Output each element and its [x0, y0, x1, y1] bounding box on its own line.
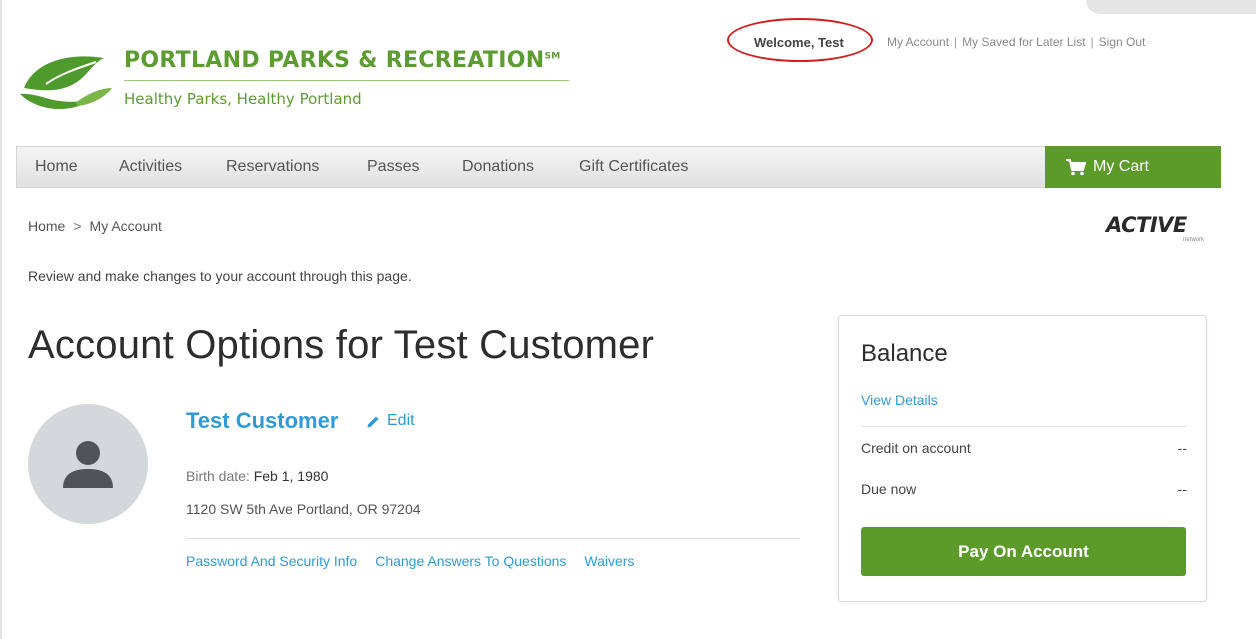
- main-nav: Home Activities Reservations Passes Dona…: [16, 146, 1221, 188]
- birth-date-value: Feb 1, 1980: [253, 468, 329, 484]
- birth-date-label: Birth date:: [186, 468, 250, 484]
- nav-donations[interactable]: Donations: [462, 158, 534, 176]
- active-network-logo: ACTIVE network: [1106, 213, 1210, 245]
- logo-title: PORTLAND PARKS & RECREATIONSM: [124, 48, 561, 73]
- due-label: Due now: [861, 481, 917, 497]
- welcome-message: Welcome, Test: [754, 35, 844, 50]
- credit-label: Credit on account: [861, 440, 971, 456]
- link-separator: |: [954, 35, 958, 49]
- cart-label: My Cart: [1093, 158, 1149, 175]
- balance-divider: [861, 426, 1187, 427]
- page-frame-edge: [0, 0, 2, 639]
- my-account-link[interactable]: My Account: [887, 35, 949, 49]
- cart-icon: [1066, 159, 1087, 176]
- my-cart-button[interactable]: My Cart: [1045, 146, 1221, 188]
- avatar: [28, 404, 148, 524]
- pay-on-account-button[interactable]: Pay On Account: [861, 527, 1186, 576]
- link-separator: |: [1090, 35, 1094, 49]
- breadcrumb-current: My Account: [89, 218, 162, 234]
- credit-row: Credit on account --: [861, 440, 1187, 456]
- breadcrumb: Home > My Account: [28, 218, 162, 234]
- active-wordmark: ACTIVE: [1106, 213, 1187, 237]
- logo-divider: [124, 80, 569, 81]
- waivers-link[interactable]: Waivers: [584, 553, 634, 569]
- saved-for-later-link[interactable]: My Saved for Later List: [962, 35, 1085, 49]
- intro-text: Review and make changes to your account …: [28, 268, 412, 284]
- user-silhouette-icon: [63, 441, 113, 488]
- site-logo[interactable]: PORTLAND PARKS & RECREATIONSM Healthy Pa…: [16, 44, 616, 116]
- nav-passes[interactable]: Passes: [367, 158, 419, 176]
- balance-title: Balance: [861, 340, 948, 367]
- change-answers-link[interactable]: Change Answers To Questions: [375, 553, 566, 569]
- address: 1120 SW 5th Ave Portland, OR 97204: [186, 501, 421, 517]
- customer-name: Test Customer: [186, 408, 339, 433]
- due-row: Due now --: [861, 481, 1187, 497]
- balance-card: Balance View Details Credit on account -…: [838, 315, 1207, 602]
- profile-divider: [186, 538, 800, 539]
- password-security-link[interactable]: Password And Security Info: [186, 553, 357, 569]
- pencil-icon: [367, 416, 379, 427]
- sign-out-link[interactable]: Sign Out: [1099, 35, 1146, 49]
- logo-tagline: Healthy Parks, Healthy Portland: [124, 90, 362, 108]
- edit-label: Edit: [387, 412, 415, 429]
- view-details-link[interactable]: View Details: [861, 392, 938, 408]
- credit-value: --: [1177, 440, 1187, 456]
- profile-links: Password And Security Info Change Answers…: [186, 553, 652, 569]
- browser-corner-tab: [1086, 0, 1256, 14]
- nav-activities[interactable]: Activities: [119, 158, 182, 176]
- account-links: My Account | My Saved for Later List | Sign …: [887, 35, 1145, 49]
- nav-gift-certificates[interactable]: Gift Certificates: [579, 158, 688, 176]
- breadcrumb-home[interactable]: Home: [28, 218, 65, 234]
- active-subtext: network: [1182, 237, 1204, 243]
- birth-date: Birth date: Feb 1, 1980: [186, 468, 328, 484]
- trademark-mark: SM: [544, 51, 561, 62]
- nav-reservations[interactable]: Reservations: [226, 158, 319, 176]
- nav-home[interactable]: Home: [35, 158, 78, 176]
- breadcrumb-separator: >: [73, 218, 82, 234]
- page-title: Account Options for Test Customer: [28, 323, 655, 367]
- leaf-hands-logo-icon: [20, 56, 112, 110]
- edit-profile-link[interactable]: Edit: [366, 412, 415, 430]
- due-value: --: [1177, 481, 1187, 497]
